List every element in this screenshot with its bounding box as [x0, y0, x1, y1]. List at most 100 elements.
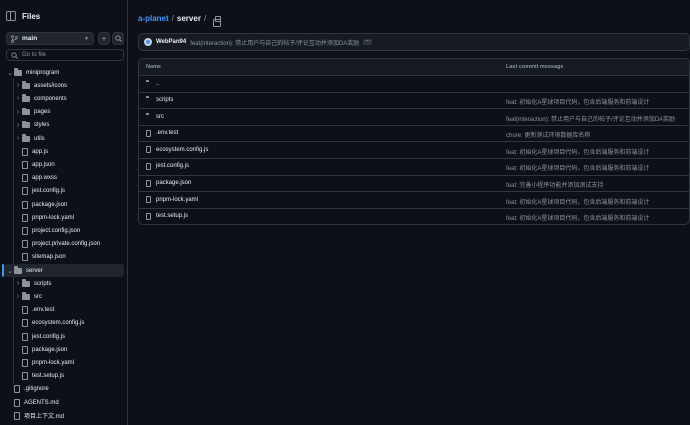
tree-item-label: pnpm-lock.yaml [32, 359, 75, 366]
tree-file-item[interactable]: project.private.config.json [0, 238, 126, 251]
file-name-link[interactable]: ecosystem.config.js [156, 147, 208, 153]
tree-file-item[interactable]: app.wxss [0, 172, 126, 185]
file-icon [22, 226, 28, 235]
chevron-right-icon[interactable]: › [14, 82, 22, 89]
tree-file-item[interactable]: app.js [0, 145, 126, 158]
collapse-sidebar-icon[interactable] [6, 11, 16, 21]
tree-file-item[interactable]: app.json [0, 158, 126, 171]
folder-icon [22, 107, 30, 116]
go-to-file-input[interactable]: Go to file [6, 49, 124, 61]
commit-message-link[interactable]: feat: 完善小程序功能并添加测试支持 [506, 180, 603, 189]
table-row[interactable]: package.json feat: 完善小程序功能并添加测试支持 [139, 176, 689, 193]
file-icon [146, 179, 151, 187]
file-name-link[interactable]: pnpm-lock.yaml [156, 197, 198, 203]
folder-icon [22, 81, 30, 89]
table-header: Name Last commit message [139, 59, 689, 76]
tree-folder-item[interactable]: ⌄ miniprogram [0, 66, 126, 79]
tree-file-item[interactable]: AGENTS.md [0, 396, 126, 409]
table-row[interactable]: ecosystem.config.js feat: 初始化A星球项目代码，包含后端… [139, 142, 689, 159]
tree-folder-item[interactable]: › scripts [0, 277, 126, 290]
commit-message-link[interactable]: feat: 初始化A星球项目代码，包含后端服务和前端设计 [506, 97, 649, 106]
file-icon [22, 240, 28, 249]
file-icon [14, 385, 20, 394]
chevron-down-icon[interactable]: ⌄ [6, 267, 14, 275]
copy-path-icon[interactable] [213, 15, 222, 27]
selection-indicator [2, 264, 4, 277]
commit-message-link[interactable]: feat: 初始化A星球项目代码，包含后端服务和前端设计 [506, 213, 649, 222]
file-icon [22, 213, 28, 222]
table-row[interactable]: .. [139, 76, 689, 93]
commit-message-link[interactable]: feat(interaction): 禁止用户与自己的帖子/评论互动并添加DA奖… [506, 114, 675, 123]
chevron-right-icon[interactable]: › [14, 122, 22, 129]
file-icon [22, 306, 28, 315]
tree-folder-item[interactable]: › pages [0, 106, 126, 119]
tree-file-item[interactable]: project.config.json [0, 224, 126, 237]
file-name-link[interactable]: .. [156, 81, 159, 87]
search-button[interactable] [112, 32, 124, 45]
tree-folder-item[interactable]: › styles [0, 119, 126, 132]
tree-item-label: 项目上下文.md [24, 414, 65, 421]
commit-message-link[interactable]: feat: 初始化A星球项目代码，包含后端服务和前端设计 [506, 163, 649, 172]
file-name-link[interactable]: .env.test [156, 130, 178, 136]
search-icon [114, 35, 122, 42]
chevron-right-icon[interactable]: › [14, 109, 22, 116]
file-name-link[interactable]: src [156, 114, 164, 120]
tree-item-label: app.wxss [32, 175, 58, 182]
indent-guide [13, 79, 14, 264]
add-file-button[interactable]: + [98, 32, 110, 45]
ellipsis-icon[interactable]: ··· [363, 39, 373, 45]
tree-item-label: app.js [32, 148, 49, 155]
tree-item-label: server [26, 267, 43, 274]
tree-file-item[interactable]: package.json [0, 343, 126, 356]
table-row[interactable]: .env.test chore: 更新测试环境数据库名称 [139, 126, 689, 143]
chevron-down-icon[interactable]: ⌄ [6, 69, 14, 77]
tree-file-item[interactable]: jest.config.js [0, 185, 126, 198]
plus-icon: + [101, 34, 107, 43]
tree-item-label: sitemap.json [32, 254, 66, 261]
chevron-right-icon[interactable]: › [14, 280, 22, 287]
commit-message-link[interactable]: feat: 初始化A星球项目代码，包含后端服务和前端设计 [506, 197, 649, 206]
tree-item-label: pages [34, 109, 51, 116]
chevron-right-icon[interactable]: › [14, 135, 22, 142]
tree-folder-item[interactable]: › src [0, 290, 126, 303]
chevron-right-icon[interactable]: › [14, 293, 22, 300]
tree-item-label: jest.config.js [32, 333, 66, 340]
tree-folder-item[interactable]: › utils [0, 132, 126, 145]
commit-message-link[interactable]: feat: 初始化A星球项目代码，包含后端服务和前端设计 [506, 147, 649, 156]
tree-file-item[interactable]: package.json [0, 198, 126, 211]
file-name-link[interactable]: package.json [156, 180, 191, 186]
file-name-link[interactable]: test.setup.js [156, 213, 188, 219]
tree-file-item[interactable]: ecosystem.config.js [0, 317, 126, 330]
commit-author[interactable]: WebPan94 [156, 39, 186, 45]
tree-file-item[interactable]: .env.test [0, 304, 126, 317]
tree-file-item[interactable]: pnpm-lock.yaml [0, 211, 126, 224]
tree-file-item[interactable]: 项目上下文.md [0, 409, 126, 422]
chevron-right-icon[interactable]: › [14, 95, 22, 102]
table-row[interactable]: test.setup.js feat: 初始化A星球项目代码，包含后端服务和前端设… [139, 209, 689, 224]
table-row[interactable]: jest.config.js feat: 初始化A星球项目代码，包含后端服务和前端… [139, 159, 689, 176]
branch-selector[interactable]: main ▼ [6, 32, 94, 45]
file-name-link[interactable]: jest.config.js [156, 163, 189, 169]
table-row[interactable]: scripts feat: 初始化A星球项目代码，包含后端服务和前端设计 [139, 93, 689, 110]
commit-message-link[interactable]: chore: 更新测试环境数据库名称 [506, 130, 590, 139]
table-body: .. scripts feat: 初始化A星球项目代码，包含后端服务和前端设计 src… [139, 76, 689, 224]
folder-icon [14, 266, 22, 274]
table-row[interactable]: src feat(interaction): 禁止用户与自己的帖子/评论互动并添加… [139, 109, 689, 126]
avatar[interactable] [144, 38, 152, 46]
tree-folder-item[interactable]: › assets/icons [0, 79, 126, 92]
tree-file-item[interactable]: test.setup.js [0, 370, 126, 383]
tree-item-label: .gitignore [24, 386, 49, 393]
column-header-message: Last commit message [506, 64, 564, 70]
sidebar-title: Files [22, 11, 41, 21]
tree-folder-item[interactable]: › components [0, 92, 126, 105]
file-name-link[interactable]: scripts [156, 97, 173, 103]
tree-file-item[interactable]: .gitignore [0, 383, 126, 396]
breadcrumb-repo-link[interactable]: a-planet [138, 14, 169, 23]
tree-file-item[interactable]: sitemap.json [0, 251, 126, 264]
tree-file-item[interactable]: jest.config.js [0, 330, 126, 343]
tree-item-label: src [34, 293, 42, 300]
commit-message[interactable]: feat(interaction): 禁止用户与自己的帖子/评论互动并添加DA奖… [190, 38, 359, 47]
tree-folder-item[interactable]: ⌄ server [4, 264, 124, 277]
tree-file-item[interactable]: pnpm-lock.yaml [0, 356, 126, 369]
table-row[interactable]: pnpm-lock.yaml feat: 初始化A星球项目代码，包含后端服务和前端… [139, 192, 689, 209]
